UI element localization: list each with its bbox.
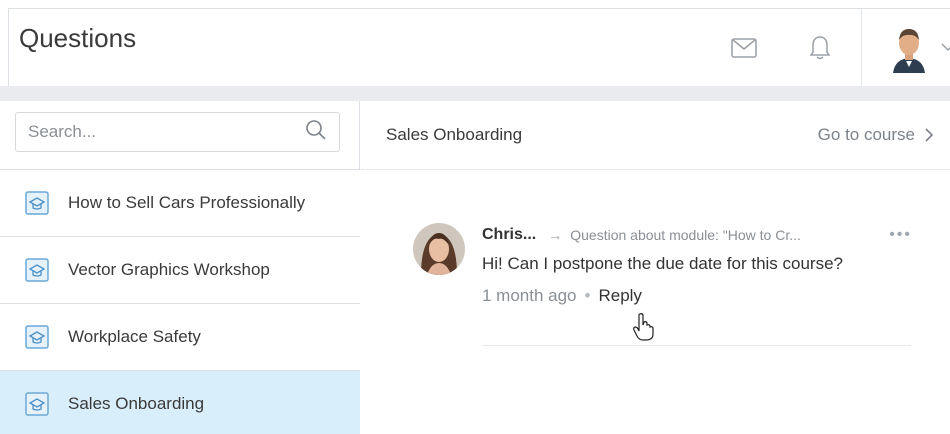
go-to-course-label: Go to course [817,125,915,144]
chevron-right-icon [925,128,934,142]
page-title: Questions [19,23,137,53]
search-input[interactable]: Search... [15,112,340,152]
question-context[interactable]: Question about module: "How to Cr... [570,227,889,243]
course-icon [25,392,49,416]
author-avatar[interactable] [413,223,465,275]
reply-button[interactable]: Reply [598,286,641,306]
separator-dot: • [584,286,591,305]
course-icon [25,325,49,349]
header-separator [0,86,950,101]
hand-cursor-icon [633,313,654,341]
go-to-course-link[interactable]: Go to course [818,125,934,145]
course-list: How to Sell Cars Professionally Vector G… [0,169,360,434]
course-item-active[interactable]: Sales Onboarding [0,370,360,434]
mail-icon[interactable] [729,33,759,63]
course-topbar: Sales Onboarding Go to course [361,101,950,170]
more-options-icon[interactable]: ••• [889,226,912,244]
course-label: Vector Graphics Workshop [68,260,270,279]
course-icon [25,258,49,282]
author-name[interactable]: Chris... [482,226,536,244]
arrow-right-icon: → [548,227,563,243]
header-divider [861,9,862,87]
course-label: How to Sell Cars Professionally [68,193,306,212]
course-item[interactable]: Workplace Safety [0,303,360,370]
post-body: Chris... → Question about module: "How t… [482,225,912,306]
search-icon[interactable] [305,119,327,146]
user-avatar[interactable] [889,23,929,73]
course-icon [25,191,49,215]
question-text: Hi! Can I postpone the due date for this… [482,254,844,273]
bell-icon[interactable] [805,33,835,63]
post-divider [482,345,911,346]
post-meta: Chris... → Question about module: "How t… [482,225,912,245]
course-sidebar: Search... How to Sell Cars Professionall… [0,101,360,434]
post-footer: 1 month ago • Reply [482,286,912,306]
course-label: Sales Onboarding [68,394,205,413]
course-label: Workplace Safety [68,327,201,346]
course-item[interactable]: Vector Graphics Workshop [0,236,360,303]
course-title: Sales Onboarding [386,125,523,144]
chevron-down-icon[interactable] [941,39,950,57]
search-placeholder: Search... [28,122,97,141]
course-item[interactable]: How to Sell Cars Professionally [0,169,360,236]
post-timestamp: 1 month ago [482,286,577,305]
page-header: Questions [8,8,950,87]
